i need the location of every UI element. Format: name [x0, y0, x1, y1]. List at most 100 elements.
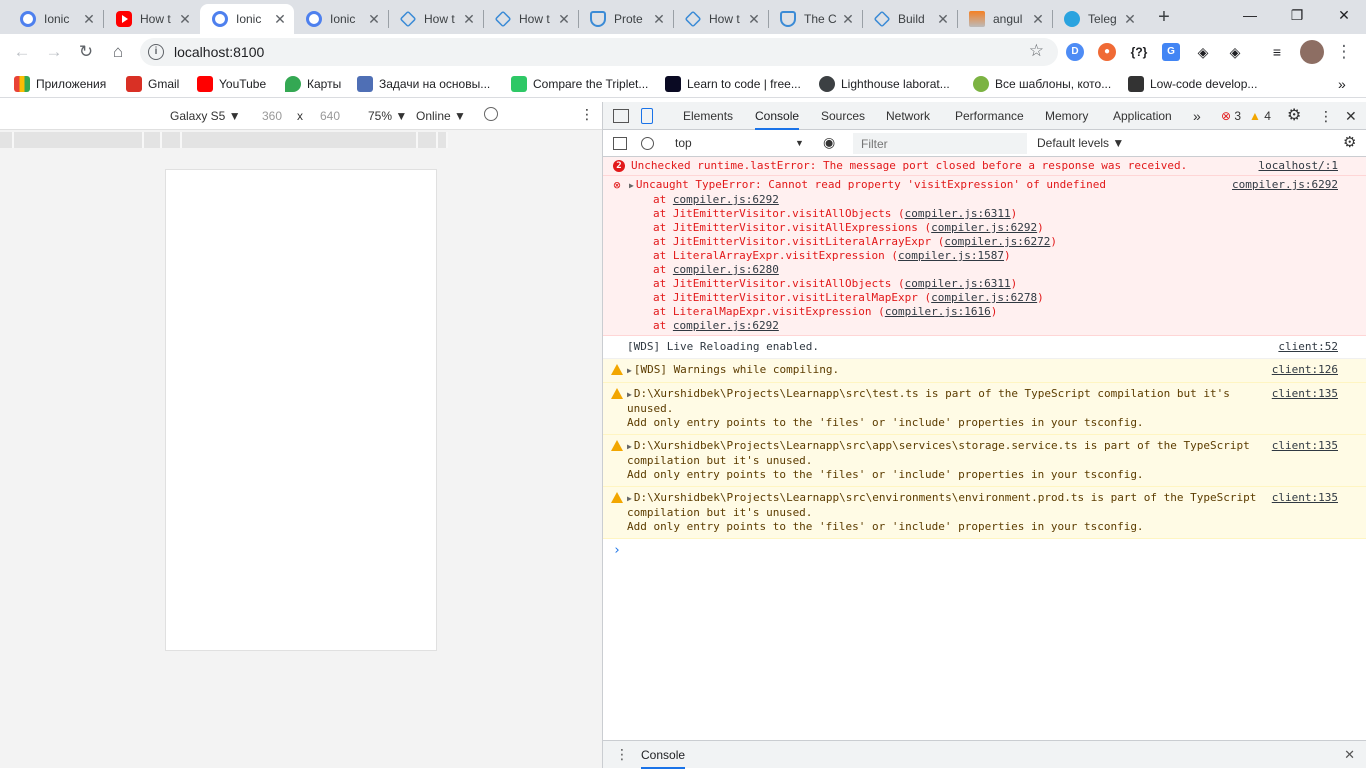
expand-triangle-icon[interactable]: ▶ [627, 494, 632, 503]
bookmark-item[interactable]: Задачи на основы... [357, 76, 490, 92]
extension-icon[interactable]: ◈ [1226, 43, 1244, 61]
stack-frame-link[interactable]: compiler.js:6311 [905, 277, 1011, 290]
ruler-segment[interactable] [0, 132, 14, 148]
warning-counter[interactable]: ▲ 4 [1249, 102, 1271, 130]
close-tab-icon[interactable]: ✕ [1122, 11, 1138, 28]
tab-console[interactable]: Console [755, 102, 800, 130]
bookmark-item[interactable]: Lighthouse laborat... [819, 76, 950, 92]
browser-tab[interactable]: angul ✕ [957, 4, 1052, 34]
bookmark-item[interactable]: Compare the Triplet... [511, 76, 648, 92]
customize-menu-icon[interactable]: ⋮ [1319, 102, 1333, 130]
site-info-icon[interactable]: i [148, 44, 164, 60]
stack-frame-link[interactable]: compiler.js:6280 [673, 263, 779, 276]
log-levels-select[interactable]: Default levels ▼ [1037, 136, 1124, 150]
device-select[interactable]: Galaxy S5 ▼ [170, 109, 241, 123]
console-filter-input[interactable] [853, 133, 1027, 154]
browser-tab[interactable]: Build ✕ [862, 4, 957, 34]
console-source-link[interactable]: client:52 [1278, 340, 1338, 354]
close-tab-icon[interactable]: ✕ [177, 11, 193, 28]
browser-tab[interactable]: How t ✕ [673, 4, 768, 34]
stack-frame-link[interactable]: compiler.js:1587 [898, 249, 1004, 262]
console-source-link[interactable]: client:135 [1272, 439, 1338, 453]
reload-button[interactable]: ↻ [74, 40, 98, 64]
tab-memory[interactable]: Memory [1045, 102, 1088, 130]
close-tab-icon[interactable]: ✕ [461, 11, 477, 28]
browser-tab[interactable]: Teleg ✕ [1052, 4, 1144, 34]
close-tab-icon[interactable]: ✕ [840, 11, 856, 28]
forward-button[interactable]: → [42, 40, 66, 64]
ruler-segment[interactable] [418, 132, 438, 148]
settings-gear-icon[interactable]: ⚙ [1287, 102, 1301, 130]
console-warning-message[interactable]: ▶ D:\Xurshidbek\Projects\Learnapp\src\env… [603, 487, 1366, 539]
browser-tab[interactable]: Prote ✕ [578, 4, 673, 34]
live-expression-eye-icon[interactable]: ◉ [823, 134, 835, 151]
close-tab-icon[interactable]: ✕ [1030, 11, 1046, 28]
bookmark-item[interactable]: YouTube [197, 76, 266, 92]
maximize-button[interactable]: ❐ [1283, 4, 1311, 26]
device-toggle-icon[interactable] [641, 108, 653, 124]
console-settings-gear-icon[interactable]: ⚙ [1343, 133, 1356, 151]
stack-frame-link[interactable]: compiler.js:6292 [931, 221, 1037, 234]
browser-tab[interactable]: How t ✕ [483, 4, 578, 34]
bookmark-item[interactable]: Learn to code | free... [665, 76, 801, 92]
tab-sources[interactable]: Sources [821, 102, 865, 130]
console-source-link[interactable]: client:135 [1272, 387, 1338, 401]
home-button[interactable]: ⌂ [106, 40, 130, 64]
console-source-link[interactable]: compiler.js:6292 [1232, 178, 1338, 192]
tab-network[interactable]: Network [886, 102, 930, 130]
close-tab-icon[interactable]: ✕ [272, 11, 288, 28]
drawer-menu-icon[interactable]: ⋮ [615, 746, 629, 763]
console-log-message[interactable]: [WDS] Live Reloading enabled. client:52 [603, 336, 1366, 359]
bookmarks-overflow-button[interactable]: » [1338, 76, 1346, 92]
extension-icon[interactable]: ◈ [1194, 43, 1212, 61]
address-url[interactable]: localhost:8100 [174, 44, 264, 60]
ruler-segment[interactable] [144, 132, 162, 148]
browser-tab[interactable]: How t ✕ [104, 4, 199, 34]
bookmark-item[interactable]: Low-code develop... [1128, 76, 1257, 92]
more-tabs-button[interactable]: » [1193, 102, 1201, 130]
tab-performance[interactable]: Performance [955, 102, 1024, 130]
emulated-device-viewport[interactable] [165, 169, 437, 651]
stack-frame-link[interactable]: compiler.js:6311 [905, 207, 1011, 220]
stack-frame-link[interactable]: compiler.js:1616 [885, 305, 991, 318]
close-tab-icon[interactable]: ✕ [651, 11, 667, 28]
extension-icon[interactable]: ● [1098, 43, 1116, 61]
bookmark-item[interactable]: Приложения [14, 76, 106, 92]
clear-console-icon[interactable] [641, 137, 654, 150]
expand-triangle-icon[interactable]: ▶ [627, 366, 632, 375]
console-warning-message[interactable]: ▶ D:\Xurshidbek\Projects\Learnapp\src\tes… [603, 383, 1366, 435]
drawer-tab-console[interactable]: Console [641, 741, 686, 769]
context-select[interactable]: top [675, 136, 692, 150]
bookmark-item[interactable]: Gmail [126, 76, 179, 92]
extension-icon[interactable]: {?} [1126, 43, 1152, 61]
console-source-link[interactable]: client:135 [1272, 491, 1338, 505]
stack-frame-link[interactable]: compiler.js:6272 [944, 235, 1050, 248]
network-throttle-select[interactable]: Online ▼ [416, 109, 466, 123]
close-tab-icon[interactable]: ✕ [556, 11, 572, 28]
console-prompt[interactable]: › [603, 539, 1366, 558]
inspect-element-icon[interactable] [613, 109, 629, 123]
rotate-icon[interactable] [484, 107, 498, 121]
close-devtools-icon[interactable]: ✕ [1345, 102, 1357, 130]
browser-menu-icon[interactable]: ⋮ [1332, 40, 1356, 64]
extension-icon[interactable]: D [1066, 43, 1084, 61]
browser-tab[interactable]: How t ✕ [388, 4, 483, 34]
browser-tab-active[interactable]: Ionic ✕ [200, 4, 294, 34]
bookmark-item[interactable]: Карты [285, 76, 341, 92]
tab-elements[interactable]: Elements [683, 102, 733, 130]
browser-tab[interactable]: Ionic ✕ [294, 4, 388, 34]
ruler-segment[interactable] [14, 132, 144, 148]
media-query-ruler[interactable] [0, 132, 602, 148]
expand-triangle-icon[interactable]: ▶ [627, 442, 632, 451]
error-counter[interactable]: ⊗ 3 [1221, 102, 1241, 130]
stack-frame-link[interactable]: compiler.js:6278 [931, 291, 1037, 304]
console-warning-message[interactable]: ▶ [WDS] Warnings while compiling. client:… [603, 359, 1366, 383]
browser-tab[interactable]: Ionic ✕ [8, 4, 103, 34]
ruler-segment[interactable] [182, 132, 418, 148]
close-tab-icon[interactable]: ✕ [935, 11, 951, 28]
expand-triangle-icon[interactable]: ▶ [627, 390, 632, 399]
ruler-segment[interactable] [438, 132, 448, 148]
console-error-message[interactable]: ⊗ ▶ Uncaught TypeError: Cannot read prope… [603, 176, 1366, 336]
console-source-link[interactable]: client:126 [1272, 363, 1338, 377]
ruler-segment[interactable] [162, 132, 182, 148]
